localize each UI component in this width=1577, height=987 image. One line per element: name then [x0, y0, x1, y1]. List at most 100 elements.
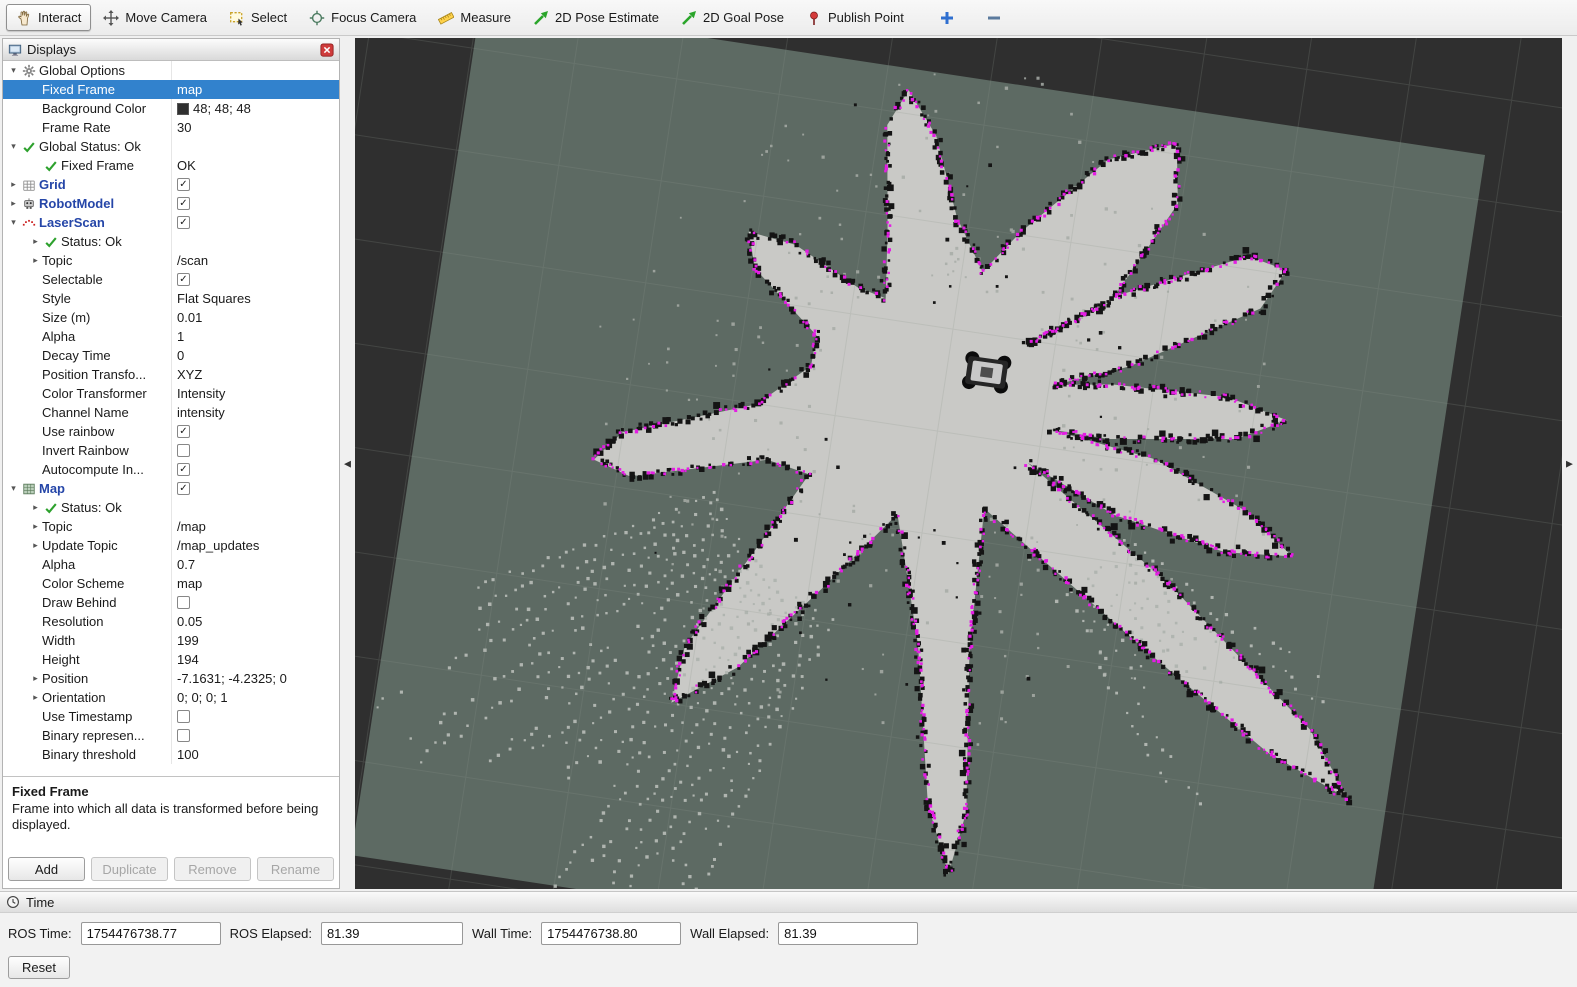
- tree-row-orientation[interactable]: ▸Orientation0; 0; 0; 1: [3, 688, 339, 707]
- property-value-cell[interactable]: OK: [171, 156, 339, 175]
- tree-row-fixed-frame[interactable]: Fixed FrameOK: [3, 156, 339, 175]
- tree-row-resolution[interactable]: Resolution0.05: [3, 612, 339, 631]
- duplicate-button[interactable]: Duplicate: [91, 857, 168, 881]
- tree-row-alpha[interactable]: Alpha0.7: [3, 555, 339, 574]
- property-value-cell[interactable]: 1: [171, 327, 339, 346]
- checkbox[interactable]: ✓: [177, 425, 190, 438]
- property-value-cell[interactable]: map: [171, 574, 339, 593]
- checkbox[interactable]: ✓: [177, 216, 190, 229]
- tool-interact-button[interactable]: Interact: [6, 4, 91, 31]
- checkbox[interactable]: [177, 596, 190, 609]
- ros-time-input[interactable]: [81, 922, 221, 945]
- property-value-cell[interactable]: -7.1631; -4.2325; 0: [171, 669, 339, 688]
- tree-row-background-color[interactable]: Background Color48; 48; 48: [3, 99, 339, 118]
- tree-row-draw-behind[interactable]: Draw Behind: [3, 593, 339, 612]
- right-dock-splitter[interactable]: ▶: [1562, 36, 1577, 891]
- property-value-cell[interactable]: 100: [171, 745, 339, 764]
- right-splitter-arrow-icon[interactable]: ▶: [1566, 458, 1573, 469]
- tree-row-height[interactable]: Height194: [3, 650, 339, 669]
- property-value-cell[interactable]: 194: [171, 650, 339, 669]
- property-value-cell[interactable]: 0.7: [171, 555, 339, 574]
- expander-icon[interactable]: ▸: [7, 194, 20, 213]
- property-value-cell[interactable]: 48; 48; 48: [171, 99, 339, 118]
- tree-row-topic[interactable]: ▸Topic/scan: [3, 251, 339, 270]
- wall-elapsed-input[interactable]: [778, 922, 918, 945]
- add-button[interactable]: Add: [8, 857, 85, 881]
- checkbox[interactable]: ✓: [177, 482, 190, 495]
- tree-row-alpha[interactable]: Alpha1: [3, 327, 339, 346]
- wall-time-input[interactable]: [541, 922, 681, 945]
- tool-move-camera-button[interactable]: Move Camera: [93, 4, 217, 31]
- property-value-cell[interactable]: XYZ: [171, 365, 339, 384]
- tool-add-tool-button[interactable]: [934, 4, 961, 31]
- remove-button[interactable]: Remove: [174, 857, 251, 881]
- tree-row-grid[interactable]: ▸Grid✓: [3, 175, 339, 194]
- tree-row-topic[interactable]: ▸Topic/map: [3, 517, 339, 536]
- tree-row-global-options[interactable]: ▾Global Options: [3, 61, 339, 80]
- tool-select-button[interactable]: Select: [219, 4, 297, 31]
- tree-row-use-timestamp[interactable]: Use Timestamp: [3, 707, 339, 726]
- tree-row-frame-rate[interactable]: Frame Rate30: [3, 118, 339, 137]
- left-dock-splitter[interactable]: ◀: [340, 36, 355, 891]
- ros-elapsed-input[interactable]: [321, 922, 463, 945]
- tree-row-robotmodel[interactable]: ▸RobotModel✓: [3, 194, 339, 213]
- tree-row-width[interactable]: Width199: [3, 631, 339, 650]
- tree-row-status-ok[interactable]: ▸Status: Ok: [3, 498, 339, 517]
- property-value-cell[interactable]: 199: [171, 631, 339, 650]
- expander-icon[interactable]: ▾: [7, 61, 20, 80]
- expander-icon[interactable]: ▸: [29, 669, 42, 688]
- tree-row-color-transformer[interactable]: Color TransformerIntensity: [3, 384, 339, 403]
- property-value-cell[interactable]: /map: [171, 517, 339, 536]
- tree-row-position[interactable]: ▸Position-7.1631; -4.2325; 0: [3, 669, 339, 688]
- tool-publish-point-button[interactable]: Publish Point: [796, 4, 914, 31]
- property-value-cell[interactable]: 0.05: [171, 612, 339, 631]
- tree-row-size-m[interactable]: Size (m)0.01: [3, 308, 339, 327]
- tree-row-fixed-frame[interactable]: Fixed Framemap: [3, 80, 339, 99]
- tool-goal-pose-button[interactable]: 2D Goal Pose: [671, 4, 794, 31]
- tree-row-binary-threshold[interactable]: Binary threshold100: [3, 745, 339, 764]
- tool-measure-button[interactable]: Measure: [428, 4, 521, 31]
- checkbox[interactable]: [177, 729, 190, 742]
- property-value-cell[interactable]: 30: [171, 118, 339, 137]
- tree-row-selectable[interactable]: Selectable✓: [3, 270, 339, 289]
- tree-row-binary-represen[interactable]: Binary represen...: [3, 726, 339, 745]
- property-value-cell[interactable]: Intensity: [171, 384, 339, 403]
- tool-pose-estimate-button[interactable]: 2D Pose Estimate: [523, 4, 669, 31]
- expander-icon[interactable]: ▾: [7, 479, 20, 498]
- rename-button[interactable]: Rename: [257, 857, 334, 881]
- checkbox[interactable]: [177, 444, 190, 457]
- close-displays-button[interactable]: [320, 43, 334, 57]
- expander-icon[interactable]: ▸: [29, 498, 42, 517]
- tree-row-color-scheme[interactable]: Color Schememap: [3, 574, 339, 593]
- expander-icon[interactable]: ▾: [7, 213, 20, 232]
- left-splitter-arrow-icon[interactable]: ◀: [344, 458, 351, 469]
- expander-icon[interactable]: ▸: [29, 251, 42, 270]
- expander-icon[interactable]: ▸: [29, 232, 42, 251]
- expander-icon[interactable]: ▸: [29, 536, 42, 555]
- property-value-cell[interactable]: /map_updates: [171, 536, 339, 555]
- checkbox[interactable]: [177, 710, 190, 723]
- tree-row-laserscan[interactable]: ▾LaserScan✓: [3, 213, 339, 232]
- property-value-cell[interactable]: 0; 0; 0; 1: [171, 688, 339, 707]
- tree-row-status-ok[interactable]: ▸Status: Ok: [3, 232, 339, 251]
- 3d-viewport[interactable]: [355, 38, 1562, 889]
- expander-icon[interactable]: ▾: [7, 137, 20, 156]
- checkbox[interactable]: ✓: [177, 463, 190, 476]
- tool-focus-camera-button[interactable]: Focus Camera: [299, 4, 426, 31]
- tree-row-use-rainbow[interactable]: Use rainbow✓: [3, 422, 339, 441]
- tree-row-decay-time[interactable]: Decay Time0: [3, 346, 339, 365]
- expander-icon[interactable]: ▸: [29, 517, 42, 536]
- checkbox[interactable]: ✓: [177, 273, 190, 286]
- tree-row-position-transfo[interactable]: Position Transfo...XYZ: [3, 365, 339, 384]
- tree-row-style[interactable]: StyleFlat Squares: [3, 289, 339, 308]
- property-value-cell[interactable]: 0.01: [171, 308, 339, 327]
- tree-row-map[interactable]: ▾Map✓: [3, 479, 339, 498]
- checkbox[interactable]: ✓: [177, 197, 190, 210]
- expander-icon[interactable]: ▸: [7, 175, 20, 194]
- property-value-cell[interactable]: Flat Squares: [171, 289, 339, 308]
- tool-remove-tool-button[interactable]: [981, 4, 1008, 31]
- tree-row-invert-rainbow[interactable]: Invert Rainbow: [3, 441, 339, 460]
- tree-row-autocompute-in[interactable]: Autocompute In...✓: [3, 460, 339, 479]
- property-value-cell[interactable]: map: [171, 80, 339, 99]
- checkbox[interactable]: ✓: [177, 178, 190, 191]
